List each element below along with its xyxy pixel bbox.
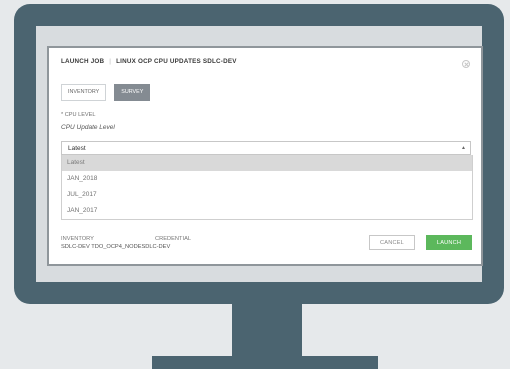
- title-job-name: LINUX OCP CPU UPDATES SDLC-DEV: [116, 58, 237, 65]
- inventory-summary-label: INVENTORY: [61, 236, 94, 242]
- caret-up-icon[interactable]: ▲: [458, 143, 469, 153]
- cpu-level-label: * CPU LEVEL: [61, 112, 96, 118]
- title-separator: |: [109, 58, 112, 65]
- summary-values: SDLC-DEV TDO_OCP4_NODESDLC-DEV: [61, 244, 171, 250]
- monitor-stand-base: [152, 356, 378, 369]
- modal-tabs: INVENTORY SURVEY: [61, 84, 151, 101]
- cpu-level-select[interactable]: Latest ▲: [61, 141, 471, 155]
- credential-summary-label: CREDENTIAL: [155, 236, 192, 242]
- launch-button[interactable]: LAUNCH: [426, 235, 472, 250]
- tab-survey[interactable]: SURVEY: [114, 84, 151, 101]
- option-latest[interactable]: Latest: [62, 155, 472, 171]
- launch-job-modal: LAUNCH JOB | LINUX OCP CPU UPDATES SDLC-…: [47, 46, 483, 266]
- cpu-update-level-question: CPU Update Level: [61, 124, 115, 131]
- monitor-stand-neck: [232, 304, 302, 360]
- cpu-level-dropdown: Latest JAN_2018 JUL_2017 JAN_2017: [61, 155, 473, 220]
- close-icon[interactable]: [462, 60, 470, 68]
- option-jul-2017[interactable]: JUL_2017: [62, 187, 472, 203]
- title-launch-job: LAUNCH JOB: [61, 58, 105, 65]
- cancel-button[interactable]: CANCEL: [369, 235, 415, 250]
- tab-inventory[interactable]: INVENTORY: [61, 84, 107, 101]
- modal-title: LAUNCH JOB | LINUX OCP CPU UPDATES SDLC-…: [61, 58, 441, 65]
- launch-summary: INVENTORY CREDENTIAL SDLC-DEV TDO_OCP4_N…: [61, 236, 191, 250]
- option-jan-2017[interactable]: JAN_2017: [62, 203, 472, 219]
- select-value: Latest: [68, 145, 86, 152]
- option-jan-2018[interactable]: JAN_2018: [62, 171, 472, 187]
